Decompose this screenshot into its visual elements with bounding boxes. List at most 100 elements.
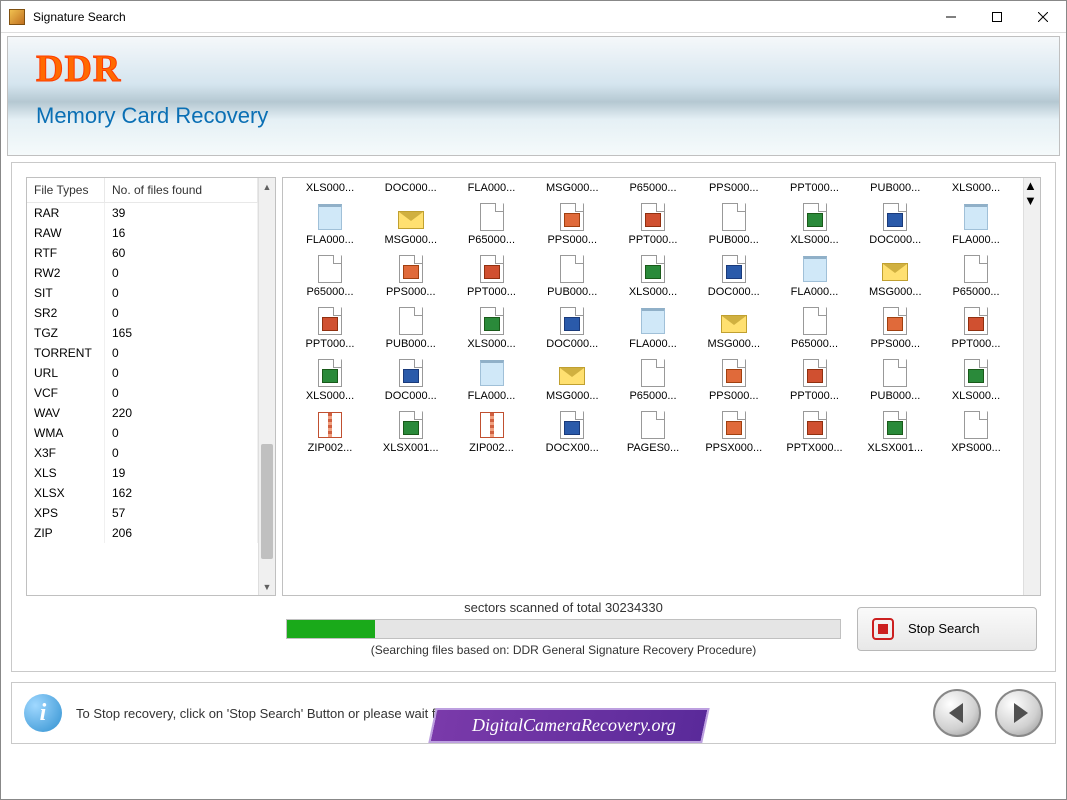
- minimize-button[interactable]: [928, 2, 974, 32]
- file-type-count: 0: [105, 263, 258, 283]
- file-item[interactable]: PAGES0...: [614, 408, 692, 454]
- file-item[interactable]: XPS000...: [937, 408, 1015, 454]
- file-item[interactable]: XLS000...: [453, 304, 531, 350]
- file-item[interactable]: PPT000...: [937, 304, 1015, 350]
- file-item[interactable]: P65000...: [453, 200, 531, 246]
- file-item[interactable]: PPS000...: [856, 304, 934, 350]
- file-item[interactable]: ZIP002...: [291, 408, 369, 454]
- file-item[interactable]: PPT000...: [453, 252, 531, 298]
- file-item[interactable]: ZIP002...: [453, 408, 531, 454]
- file-item[interactable]: DOC000...: [372, 356, 450, 402]
- file-item[interactable]: DOC000...: [695, 252, 773, 298]
- file-item[interactable]: XLS000...: [291, 182, 369, 194]
- file-item[interactable]: FLA000...: [776, 252, 854, 298]
- file-item[interactable]: XLSX001...: [856, 408, 934, 454]
- file-item[interactable]: PUB000...: [533, 252, 611, 298]
- file-type-name: XLSX: [27, 483, 105, 503]
- file-item[interactable]: MSG000...: [533, 356, 611, 402]
- file-item[interactable]: MSG000...: [695, 304, 773, 350]
- file-item[interactable]: PPT000...: [614, 200, 692, 246]
- scroll-up-icon[interactable]: ▲: [1024, 178, 1040, 193]
- file-item[interactable]: PUB000...: [695, 200, 773, 246]
- file-item[interactable]: PPS000...: [533, 200, 611, 246]
- file-type-row[interactable]: TGZ165: [27, 323, 258, 343]
- file-type-row[interactable]: RW20: [27, 263, 258, 283]
- file-item[interactable]: P65000...: [776, 304, 854, 350]
- file-item[interactable]: DOCX00...: [533, 408, 611, 454]
- file-type-count: 60: [105, 243, 258, 263]
- file-type-row[interactable]: X3F0: [27, 443, 258, 463]
- file-type-row[interactable]: SR20: [27, 303, 258, 323]
- file-type-row[interactable]: ZIP206: [27, 523, 258, 543]
- stop-icon: [872, 618, 894, 640]
- col-files-count[interactable]: No. of files found: [105, 178, 258, 202]
- file-type-row[interactable]: RTF60: [27, 243, 258, 263]
- scroll-thumb[interactable]: [261, 444, 273, 559]
- maximize-button[interactable]: [974, 2, 1020, 32]
- file-item[interactable]: XLS000...: [937, 182, 1015, 194]
- file-type-row[interactable]: XPS57: [27, 503, 258, 523]
- file-item[interactable]: XLSX001...: [372, 408, 450, 454]
- file-item[interactable]: FLA000...: [937, 200, 1015, 246]
- page-icon: [883, 359, 907, 387]
- file-item[interactable]: DOC000...: [533, 304, 611, 350]
- file-item[interactable]: DOC000...: [372, 182, 450, 194]
- file-item[interactable]: DOC000...: [856, 200, 934, 246]
- file-item[interactable]: PUB000...: [856, 356, 934, 402]
- file-item[interactable]: XLS000...: [937, 356, 1015, 402]
- close-button[interactable]: [1020, 2, 1066, 32]
- file-item[interactable]: PPT000...: [776, 356, 854, 402]
- scroll-down-icon[interactable]: ▼: [259, 578, 275, 595]
- arrow-right-icon: [1014, 703, 1028, 723]
- files-scrollbar[interactable]: ▲ ▼: [1023, 178, 1040, 595]
- file-item[interactable]: XLS000...: [776, 200, 854, 246]
- file-item[interactable]: MSG000...: [372, 200, 450, 246]
- file-type-row[interactable]: WAV220: [27, 403, 258, 423]
- forward-button[interactable]: [995, 689, 1043, 737]
- file-item[interactable]: PPS000...: [372, 252, 450, 298]
- stop-search-button[interactable]: Stop Search: [857, 607, 1037, 651]
- file-item[interactable]: PPS000...: [695, 356, 773, 402]
- file-type-row[interactable]: TORRENT0: [27, 343, 258, 363]
- file-types-scrollbar[interactable]: ▲ ▼: [258, 178, 275, 595]
- file-type-row[interactable]: RAW16: [27, 223, 258, 243]
- file-item[interactable]: P65000...: [614, 182, 692, 194]
- file-name: FLA000...: [776, 286, 854, 298]
- file-item[interactable]: PPT000...: [776, 182, 854, 194]
- scroll-down-icon[interactable]: ▼: [1024, 193, 1040, 208]
- ppt-icon: [641, 203, 665, 231]
- file-item[interactable]: XLS000...: [614, 252, 692, 298]
- file-type-row[interactable]: RAR39: [27, 203, 258, 223]
- file-item[interactable]: PPSX000...: [695, 408, 773, 454]
- col-file-types[interactable]: File Types: [27, 178, 105, 202]
- file-item[interactable]: FLA000...: [291, 200, 369, 246]
- file-name: PPT000...: [776, 390, 854, 402]
- file-item[interactable]: FLA000...: [453, 182, 531, 194]
- file-type-row[interactable]: URL0: [27, 363, 258, 383]
- file-item[interactable]: P65000...: [291, 252, 369, 298]
- file-item[interactable]: PPTX000...: [776, 408, 854, 454]
- product-subtitle: Memory Card Recovery: [36, 103, 1031, 129]
- file-item[interactable]: PPS000...: [695, 182, 773, 194]
- file-item[interactable]: P65000...: [614, 356, 692, 402]
- file-type-row[interactable]: VCF0: [27, 383, 258, 403]
- back-button[interactable]: [933, 689, 981, 737]
- file-type-count: 206: [105, 523, 258, 543]
- file-name: XLS000...: [453, 338, 531, 350]
- file-type-row[interactable]: SIT0: [27, 283, 258, 303]
- file-item[interactable]: PUB000...: [372, 304, 450, 350]
- file-item[interactable]: FLA000...: [453, 356, 531, 402]
- file-item[interactable]: MSG000...: [856, 252, 934, 298]
- file-type-row[interactable]: XLSX162: [27, 483, 258, 503]
- file-type-row[interactable]: WMA0: [27, 423, 258, 443]
- file-item[interactable]: MSG000...: [533, 182, 611, 194]
- file-item[interactable]: PUB000...: [856, 182, 934, 194]
- app-icon: [9, 9, 25, 25]
- file-item[interactable]: PPT000...: [291, 304, 369, 350]
- file-type-row[interactable]: XLS19: [27, 463, 258, 483]
- file-item[interactable]: XLS000...: [291, 356, 369, 402]
- file-item[interactable]: P65000...: [937, 252, 1015, 298]
- file-name: XLS000...: [614, 286, 692, 298]
- file-item[interactable]: FLA000...: [614, 304, 692, 350]
- scroll-up-icon[interactable]: ▲: [259, 178, 275, 195]
